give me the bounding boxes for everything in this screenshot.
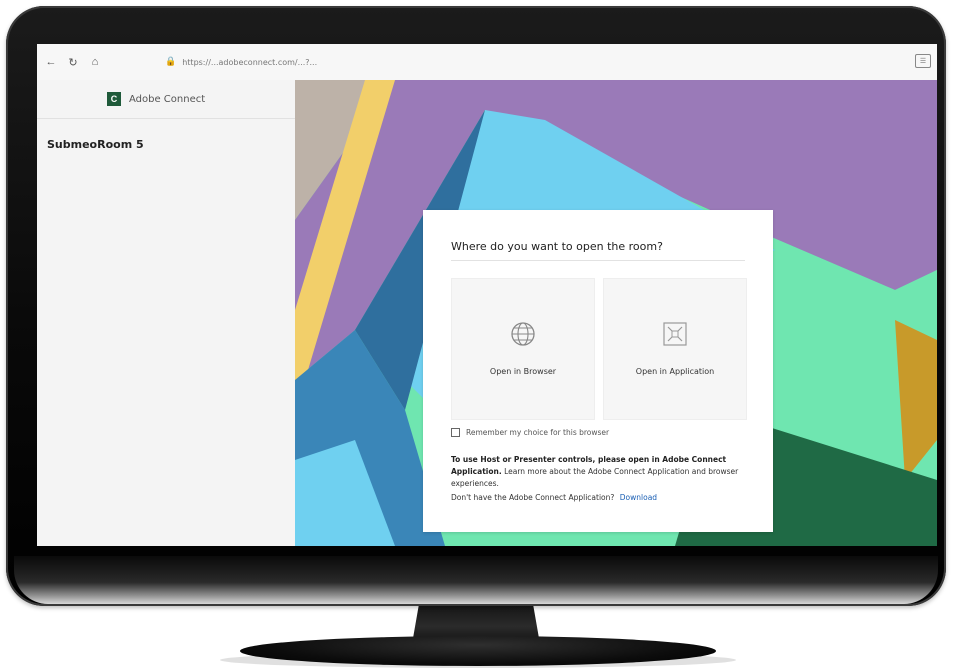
- browser-address-bar: ← ↻ ⌂ 🔒 https://...adobeconnect.com/...?…: [37, 44, 937, 81]
- adobe-connect-logo-icon: C: [107, 92, 121, 106]
- open-in-application-button[interactable]: Open in Application: [603, 278, 747, 420]
- download-row: Don't have the Adobe Connect Application…: [451, 493, 657, 502]
- brand-row: C Adobe Connect: [37, 80, 295, 119]
- remember-choice-checkbox[interactable]: [451, 428, 460, 437]
- stage: ← ↻ ⌂ 🔒 https://...adobeconnect.com/...?…: [0, 0, 955, 671]
- dialog-divider: [451, 260, 745, 261]
- application-icon: [663, 322, 687, 346]
- room-name: SubmeoRoom 5: [47, 138, 144, 151]
- monitor-bezel-rim: [14, 556, 938, 604]
- open-in-browser-button[interactable]: Open in Browser: [451, 278, 595, 420]
- reader-view-icon[interactable]: ☰: [915, 54, 931, 68]
- dialog-title: Where do you want to open the room?: [451, 240, 663, 253]
- arrow-left-icon[interactable]: ←: [43, 54, 59, 70]
- open-room-dialog: Where do you want to open the room? Open…: [423, 210, 773, 532]
- info-text: To use Host or Presenter controls, pleas…: [451, 454, 751, 490]
- url-field[interactable]: 🔒 https://...adobeconnect.com/...?...: [161, 52, 861, 72]
- url-text[interactable]: https://...adobeconnect.com/...?...: [182, 58, 317, 67]
- brand-name: Adobe Connect: [129, 93, 206, 105]
- refresh-icon[interactable]: ↻: [65, 54, 81, 70]
- remember-choice-label: Remember my choice for this browser: [466, 428, 610, 437]
- monitor-screen: ← ↻ ⌂ 🔒 https://...adobeconnect.com/...?…: [37, 44, 937, 546]
- sidebar: C Adobe Connect SubmeoRoom 5: [37, 80, 296, 546]
- download-link[interactable]: Download: [620, 493, 657, 502]
- lock-icon: 🔒: [165, 57, 177, 67]
- monitor-base: [240, 636, 716, 666]
- remember-choice-row[interactable]: Remember my choice for this browser: [451, 428, 609, 437]
- globe-icon: [511, 322, 535, 346]
- home-icon[interactable]: ⌂: [87, 54, 103, 70]
- open-in-browser-label: Open in Browser: [489, 367, 557, 376]
- open-in-application-label: Open in Application: [635, 367, 715, 376]
- download-prompt: Don't have the Adobe Connect Application…: [451, 493, 615, 502]
